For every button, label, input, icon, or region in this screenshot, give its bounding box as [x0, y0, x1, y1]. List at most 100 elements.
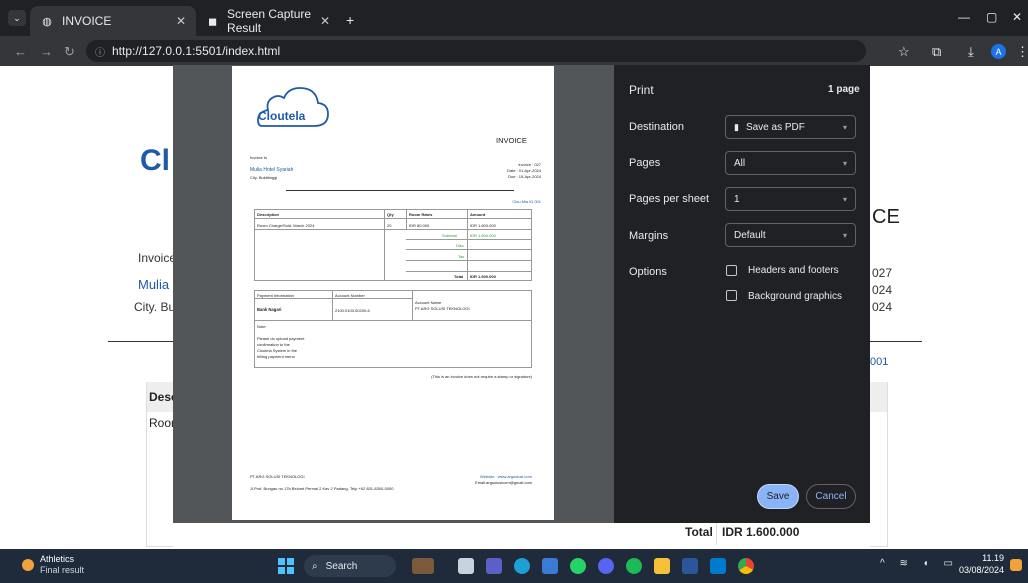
- extensions-icon[interactable]: ⧉: [932, 44, 941, 60]
- customer-name: Mulia Hotel Syariah: [250, 167, 294, 173]
- col-qty: Qty: [387, 212, 394, 217]
- cell-description: Room Charge/Sold: March 2024: [257, 223, 315, 228]
- vscode-icon[interactable]: [710, 558, 726, 574]
- chrome-icon[interactable]: [738, 558, 754, 574]
- page-table-frame: [146, 382, 173, 547]
- notification-icon[interactable]: [1010, 559, 1022, 571]
- pages-per-sheet-label: Pages per sheet: [629, 193, 710, 205]
- edge-icon[interactable]: [514, 558, 530, 574]
- site-info-icon[interactable]: ⓘ: [95, 44, 105, 59]
- restore-icon[interactable]: ▢: [986, 10, 997, 24]
- menu-icon[interactable]: ⋮: [1016, 44, 1028, 60]
- minimize-icon[interactable]: —: [958, 10, 970, 24]
- table-rule: [254, 298, 412, 299]
- search-label: Search: [325, 560, 358, 572]
- pages-select[interactable]: All ▾: [725, 151, 856, 175]
- discord-icon[interactable]: [598, 558, 614, 574]
- teams-icon[interactable]: [486, 558, 502, 574]
- tab-search-button[interactable]: ⌄: [8, 10, 26, 26]
- col-room-rates: Room Rates: [409, 212, 433, 217]
- tab-label: INVOICE: [62, 14, 112, 28]
- table-rule: [332, 290, 333, 320]
- headers-footers-label[interactable]: Headers and footers: [748, 265, 839, 276]
- invoice-due: Due : 15-Apr-2024: [508, 174, 541, 179]
- chevron-down-icon: ▾: [842, 122, 847, 132]
- account-name-label: Account Name: [415, 300, 442, 305]
- page-date: 024: [872, 283, 893, 297]
- table-rule: [406, 249, 532, 250]
- pages-value: All: [734, 157, 746, 169]
- chevron-down-icon: ▾: [842, 158, 847, 168]
- invoice-date: Date : 01-Apr-2024: [506, 168, 541, 173]
- note-line: Cloutela System in the: [257, 348, 298, 353]
- page-total-value: IDR 1.600.000: [722, 525, 800, 539]
- search-icon: ⌕: [312, 560, 318, 572]
- print-title: Print: [629, 83, 654, 97]
- star-icon[interactable]: ☆: [898, 44, 910, 60]
- background-graphics-label[interactable]: Background graphics: [748, 291, 842, 302]
- margins-select[interactable]: Default ▾: [725, 223, 856, 247]
- spotify-icon[interactable]: [626, 558, 642, 574]
- table-rule: [412, 290, 413, 320]
- windows-start-icon[interactable]: [278, 558, 294, 574]
- page-invoice-no: 027: [872, 266, 893, 280]
- margins-label: Margins: [629, 230, 669, 242]
- disc-label: Disc: [456, 243, 464, 248]
- reload-icon[interactable]: ↻: [64, 44, 75, 60]
- close-window-icon[interactable]: ✕: [1012, 10, 1022, 24]
- close-icon[interactable]: ✕: [320, 14, 330, 28]
- account-number: 2100.0103.00200-6: [335, 308, 370, 313]
- invoice-to-label: Invoice to: [250, 155, 268, 160]
- invoice-number: Invoice : 027: [518, 162, 541, 167]
- chevron-down-icon: ▾: [842, 230, 847, 240]
- tab-invoice[interactable]: ◍ INVOICE ✕: [30, 6, 196, 36]
- invoice-title: INVOICE: [496, 136, 527, 145]
- page-city: City. Bu: [134, 300, 176, 314]
- word-icon[interactable]: [682, 558, 698, 574]
- url-text: http://127.0.0.1:5501/index.html: [112, 44, 281, 58]
- cell-amount: IDR 1.600.000: [470, 223, 496, 228]
- note-line: Please do upload payment: [257, 336, 305, 341]
- avatar[interactable]: A: [991, 44, 1006, 59]
- whatsapp-icon[interactable]: [570, 558, 586, 574]
- globe-icon: ◍: [42, 15, 52, 28]
- task-view-icon[interactable]: [458, 558, 474, 574]
- tab-screen-capture[interactable]: ◼ Screen Capture Result ✕: [196, 6, 340, 36]
- forward-icon[interactable]: →: [40, 44, 53, 59]
- note-title: Note:: [257, 324, 267, 329]
- table-rule: [384, 209, 385, 281]
- download-icon[interactable]: ⤓: [968, 44, 974, 60]
- weather-subtitle: Final result: [40, 565, 85, 575]
- cell-qty: 20: [387, 223, 392, 228]
- page-total-label: Total: [685, 525, 713, 539]
- weather-icon[interactable]: [22, 559, 34, 571]
- clock-time[interactable]: 11.19: [964, 553, 1004, 563]
- weather-title[interactable]: Athletics: [40, 554, 74, 564]
- tax-label: Tax: [458, 254, 465, 259]
- background-graphics-checkbox[interactable]: [726, 290, 737, 301]
- url-field[interactable]: ⓘ http://127.0.0.1:5501/index.html: [86, 40, 866, 62]
- taskbar-search[interactable]: ⌕ Search: [304, 555, 396, 577]
- clock-date[interactable]: 03/08/2024: [940, 565, 1004, 575]
- stamp-note: (This is an invoice does not require a s…: [431, 374, 532, 379]
- pages-per-sheet-select[interactable]: 1 ▾: [725, 187, 856, 211]
- widgets-app-icon[interactable]: [412, 558, 434, 574]
- save-button[interactable]: Save: [757, 484, 799, 509]
- table-rule: [406, 271, 532, 272]
- close-icon[interactable]: ✕: [176, 14, 186, 28]
- cancel-button[interactable]: Cancel: [806, 484, 856, 509]
- table-rule: [254, 320, 532, 321]
- print-settings-panel: Print 1 page Destination ▮ Save as PDF ▾…: [614, 65, 870, 523]
- file-explorer-icon[interactable]: [654, 558, 670, 574]
- back-icon[interactable]: ←: [14, 44, 27, 59]
- new-tab-button[interactable]: +: [346, 12, 354, 28]
- store-icon[interactable]: [542, 558, 558, 574]
- total-label: Total: [454, 274, 464, 279]
- windows-taskbar: Athletics Final result ⌕ Search ^ ≋ ◖ ▭ …: [0, 549, 1028, 583]
- pages-label: Pages: [629, 157, 661, 169]
- company-website[interactable]: Website : www.argsolusi.com: [480, 474, 532, 479]
- browser-titlebar: ⌄ ◍ INVOICE ✕ ◼ Screen Capture Result ✕ …: [0, 0, 1028, 36]
- headers-footers-checkbox[interactable]: [726, 265, 737, 276]
- sheet-divider: [286, 190, 514, 191]
- destination-select[interactable]: ▮ Save as PDF ▾: [725, 115, 856, 139]
